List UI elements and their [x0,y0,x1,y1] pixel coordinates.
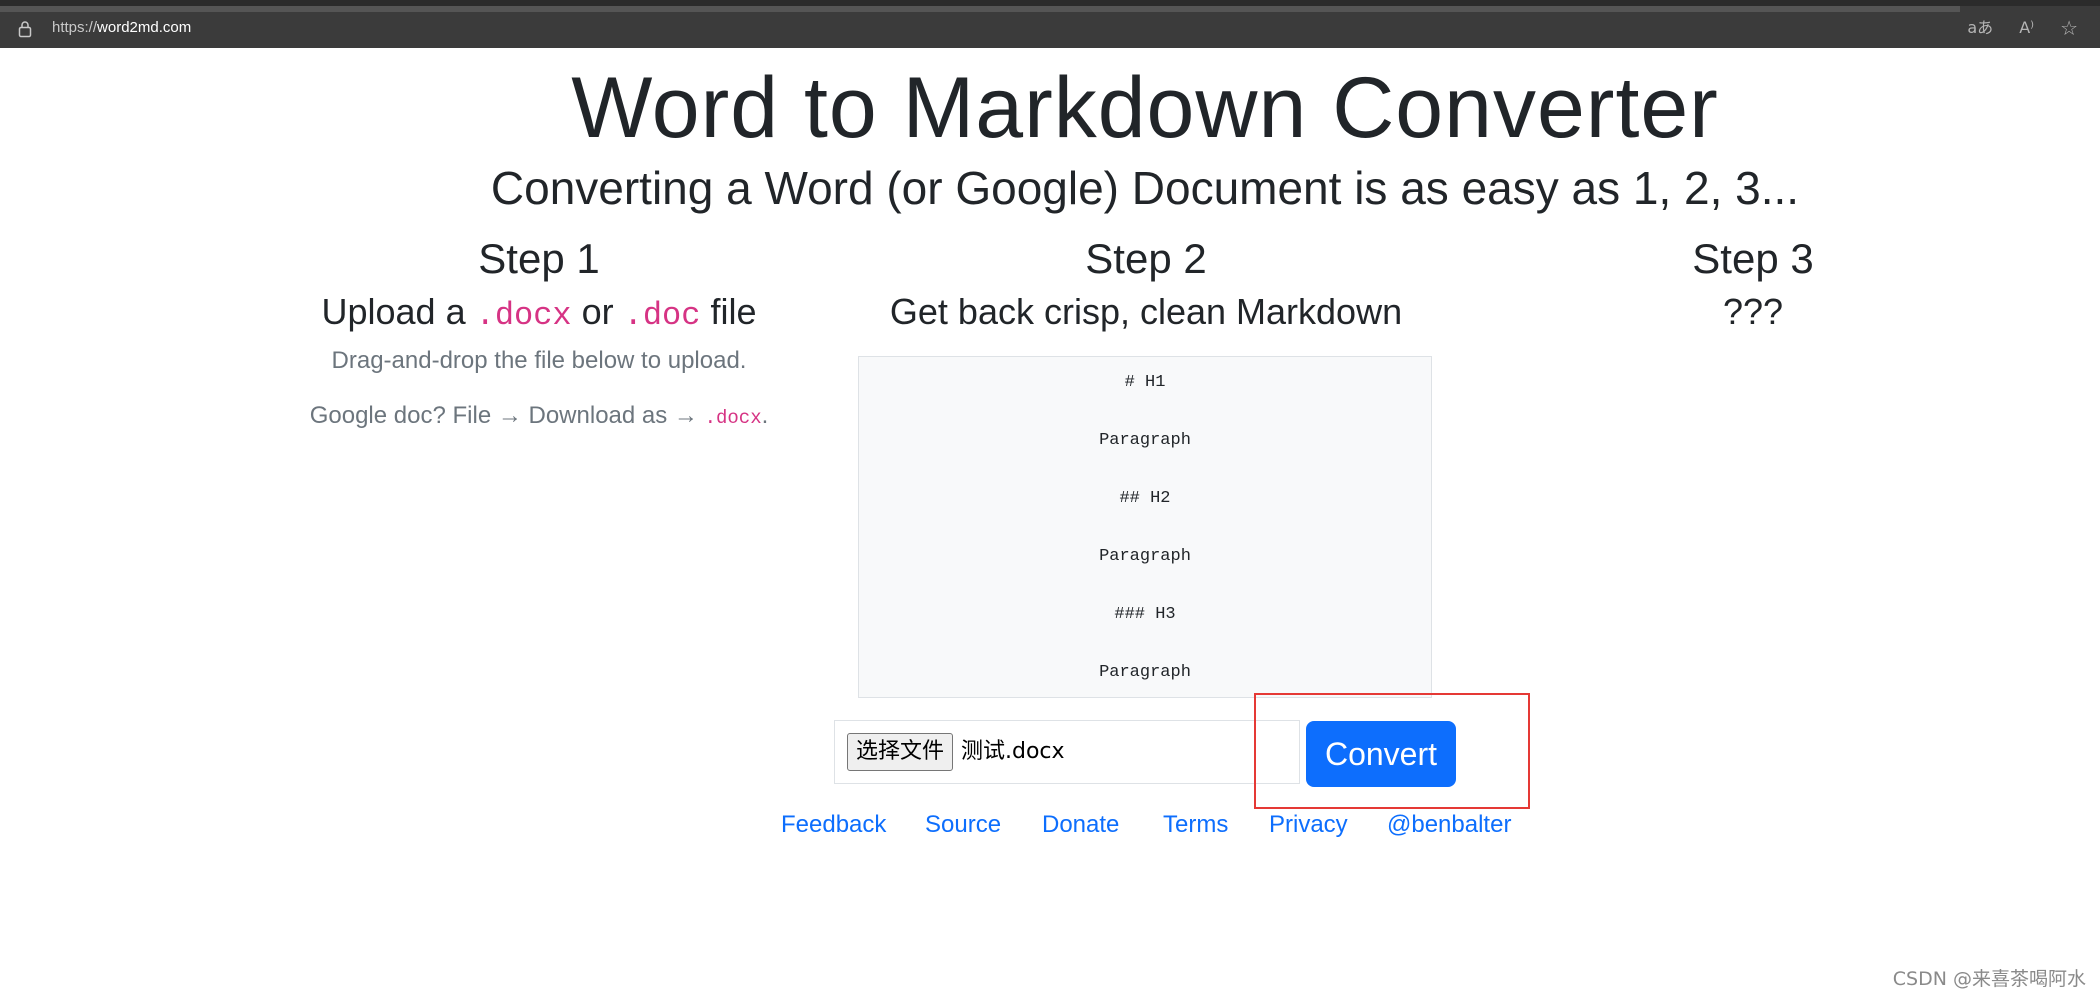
address-url[interactable]: https://word2md.com [52,19,191,36]
step-3-description: ??? [1722,291,1784,332]
google-doc-note: Google doc? File → Download as → .docx. [309,402,769,429]
footer-link-donate[interactable]: Donate [1042,808,1119,842]
choose-file-button[interactable]: 选择文件 [847,733,954,771]
footer-link-terms[interactable]: Terms [1163,808,1228,842]
url-host: word2md.com [97,19,192,36]
watermark: CSDN @来喜茶喝阿水 [1892,968,2086,990]
step-2-description: Get back crisp, clean Markdown [889,291,1403,332]
docx-code: .docx [475,297,572,334]
markdown-preview: # H1 Paragraph ## H2 Paragraph ### H3 Pa… [858,356,1432,698]
page-subtitle: Converting a Word (or Google) Document i… [490,162,1800,214]
markdown-line: ## H2 [1119,489,1171,508]
footer-link-twitter[interactable]: @benbalter [1387,808,1511,842]
read-aloud-icon[interactable]: A⁾ [2019,18,2034,38]
step-3-heading: Step 3 [1692,235,1814,282]
markdown-line: # H1 [1124,373,1166,392]
browser-address-bar: https://word2md.com aあ A⁾ ☆ [0,0,2100,48]
step-1-heading: Step 1 [478,235,600,282]
step-2-heading: Step 2 [1085,235,1207,282]
footer-link-privacy[interactable]: Privacy [1269,808,1348,842]
step-1-description: Upload a .docx or .doc file [321,291,757,334]
page-title: Word to Markdown Converter [571,60,1719,156]
markdown-line: Paragraph [1099,547,1191,566]
doc-code: .doc [623,297,701,334]
footer-link-feedback[interactable]: Feedback [781,808,886,842]
favorite-star-icon[interactable]: ☆ [2060,18,2078,38]
markdown-line: ### H3 [1114,605,1176,624]
selected-file-name: 测试.docx [961,739,1065,764]
markdown-line: Paragraph [1099,663,1191,682]
url-scheme: https:// [52,19,98,36]
markdown-line: Paragraph [1099,431,1191,450]
footer-links: Feedback Source Donate Terms Privacy @be… [0,808,2100,842]
drag-drop-note: Drag-and-drop the file below to upload. [331,347,747,374]
annotation-highlight-box [1254,693,1530,809]
footer-link-source[interactable]: Source [925,808,1001,842]
docx-code-small: .docx [704,407,762,429]
lock-icon[interactable] [18,20,32,38]
file-input[interactable]: 选择文件 测试.docx [834,720,1300,784]
translate-icon[interactable]: aあ [1967,18,1993,38]
browser-tab-strip [0,6,1960,12]
